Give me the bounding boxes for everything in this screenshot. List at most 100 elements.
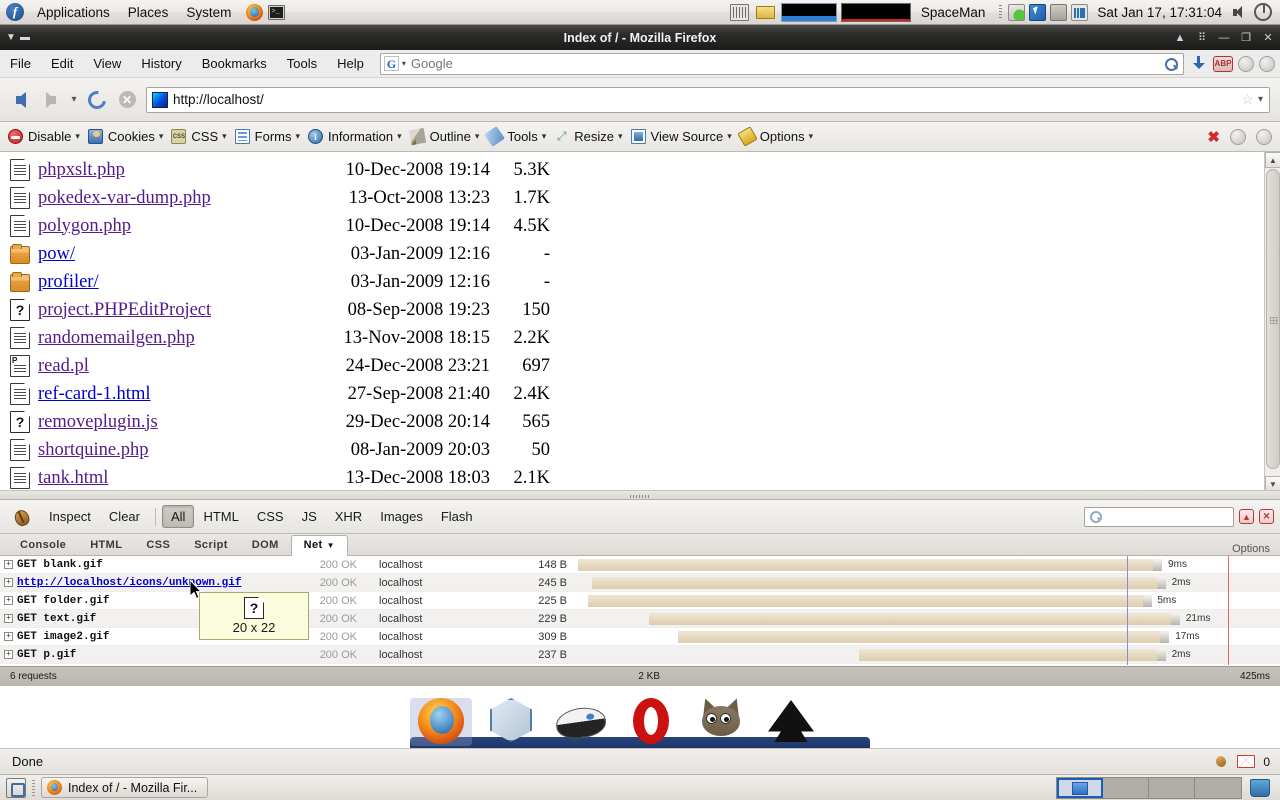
file-link[interactable]: shortquine.php bbox=[38, 440, 148, 460]
file-link[interactable]: phpxslt.php bbox=[38, 160, 125, 180]
window-maximize-button[interactable]: ❐ bbox=[1240, 31, 1252, 44]
inspect-button[interactable]: Inspect bbox=[40, 505, 100, 528]
webdev-tools-menu[interactable]: Tools ▾ bbox=[483, 122, 550, 152]
circle-icon-2[interactable] bbox=[1256, 128, 1272, 145]
webdev-css-menu[interactable]: CSS CSS ▾ bbox=[167, 122, 230, 152]
network-request-row[interactable]: + GET text.gif 200 OK localhost 229 B 21ms bbox=[0, 610, 1280, 628]
trash-icon[interactable] bbox=[1250, 778, 1270, 797]
tab-console[interactable]: Console bbox=[8, 536, 78, 555]
menu-bookmarks[interactable]: Bookmarks bbox=[192, 50, 277, 78]
url-text[interactable]: http://localhost/ bbox=[173, 92, 1241, 107]
google-engine-icon[interactable]: G bbox=[383, 56, 399, 71]
fedora-logo-icon[interactable]: f bbox=[6, 3, 24, 21]
window-move-button[interactable]: ▬ bbox=[18, 31, 32, 45]
bookmark-star-icon[interactable]: ☆ bbox=[1241, 91, 1254, 108]
webdev-disable-menu[interactable]: Disable ▾ bbox=[4, 122, 84, 152]
downloads-icon[interactable] bbox=[1190, 55, 1208, 73]
expand-row-button[interactable]: + bbox=[4, 578, 13, 587]
power-icon[interactable] bbox=[1254, 3, 1272, 21]
window-shade-button[interactable]: ▼ bbox=[4, 31, 18, 45]
taskbar-window-item[interactable]: Index of / - Mozilla Fir... bbox=[41, 777, 209, 798]
search-icon[interactable] bbox=[1163, 56, 1179, 72]
tab-net[interactable]: Net ▼ bbox=[290, 535, 348, 556]
filter-html[interactable]: HTML bbox=[194, 505, 247, 528]
expand-row-button[interactable]: + bbox=[4, 614, 13, 623]
opera-dock-icon[interactable] bbox=[620, 692, 682, 748]
back-button[interactable] bbox=[6, 85, 36, 115]
firebug-options-button[interactable]: Options bbox=[1232, 543, 1280, 555]
network-request-row[interactable]: + GET blank.gif 200 OK localhost 148 B 9ms bbox=[0, 556, 1280, 574]
file-link[interactable]: project.PHPEditProject bbox=[38, 300, 211, 320]
addon-icon-1[interactable] bbox=[1238, 55, 1254, 72]
filter-js[interactable]: JS bbox=[293, 505, 326, 528]
mouse-dock-icon[interactable] bbox=[550, 692, 612, 748]
expand-row-button[interactable]: + bbox=[4, 632, 13, 641]
workspace-3[interactable] bbox=[1149, 777, 1195, 798]
minimize-panel-button[interactable]: ▲ bbox=[1239, 509, 1254, 524]
adblock-plus-icon[interactable]: ABP bbox=[1213, 55, 1233, 72]
webdev-options-menu[interactable]: Options ▾ bbox=[736, 122, 817, 152]
forward-button[interactable] bbox=[36, 85, 66, 115]
file-link[interactable]: pow/ bbox=[38, 244, 75, 264]
menu-view[interactable]: View bbox=[83, 50, 131, 78]
webdev-cookies-menu[interactable]: Cookies ▾ bbox=[84, 122, 168, 152]
chevron-down-icon[interactable]: ▾ bbox=[402, 59, 406, 68]
webdev-outline-menu[interactable]: Outline ▾ bbox=[406, 122, 484, 152]
clock[interactable]: Sat Jan 17, 17:31:04 bbox=[1097, 5, 1222, 20]
menu-help[interactable]: Help bbox=[327, 50, 374, 78]
firefox-dock-icon[interactable] bbox=[410, 692, 472, 748]
expand-row-button[interactable]: + bbox=[4, 560, 13, 569]
firefox-launcher-icon[interactable] bbox=[246, 3, 264, 21]
stop-button[interactable]: ✕ bbox=[112, 85, 142, 115]
webdev-forms-menu[interactable]: Forms ▾ bbox=[231, 122, 304, 152]
url-bar[interactable]: http://localhost/ ☆ ▾ bbox=[146, 86, 1270, 113]
inkscape-dock-icon[interactable] bbox=[760, 692, 822, 748]
firebug-status-icon[interactable] bbox=[1213, 755, 1229, 769]
file-link[interactable]: tank.html bbox=[38, 468, 108, 488]
file-link[interactable]: randomemailgen.php bbox=[38, 328, 195, 348]
workspace-2[interactable] bbox=[1103, 777, 1149, 798]
filter-css[interactable]: CSS bbox=[248, 505, 293, 528]
network-graph-applet[interactable] bbox=[840, 2, 911, 22]
expand-row-button[interactable]: + bbox=[4, 596, 13, 605]
update-manager-icon[interactable] bbox=[1029, 3, 1047, 21]
window-minimize-button[interactable]: — bbox=[1218, 32, 1230, 44]
menu-places[interactable]: Places bbox=[119, 0, 178, 25]
close-panel-button[interactable]: ✕ bbox=[1259, 509, 1274, 524]
menu-applications[interactable]: Applications bbox=[28, 0, 119, 25]
gmail-notifier-icon[interactable] bbox=[1237, 755, 1256, 768]
history-dropdown-button[interactable]: ▾ bbox=[66, 94, 82, 105]
file-link[interactable]: polygon.php bbox=[38, 216, 131, 236]
tab-dom[interactable]: DOM bbox=[240, 536, 291, 555]
cpu-graph-applet[interactable] bbox=[780, 2, 837, 22]
user-label[interactable]: SpaceMan bbox=[921, 5, 986, 20]
file-link[interactable]: read.pl bbox=[38, 356, 89, 376]
filter-all[interactable]: All bbox=[162, 505, 195, 528]
file-link[interactable]: profiler/ bbox=[38, 272, 99, 292]
scrollbar-thumb[interactable] bbox=[1266, 169, 1280, 469]
tab-css[interactable]: CSS bbox=[134, 536, 182, 555]
webdev-resize-menu[interactable]: ⤢ Resize ▾ bbox=[550, 122, 626, 152]
error-close-icon[interactable]: ✖ bbox=[1207, 128, 1220, 146]
workspace-1[interactable] bbox=[1057, 777, 1103, 798]
system-monitor-applet-icon[interactable] bbox=[729, 3, 749, 21]
window-shade-up-button[interactable]: ▲ bbox=[1174, 32, 1186, 44]
firebug-icon[interactable] bbox=[10, 508, 32, 526]
expand-row-button[interactable]: + bbox=[4, 650, 13, 659]
file-link[interactable]: pokedex-var-dump.php bbox=[38, 188, 211, 208]
terminal-launcher-icon[interactable] bbox=[268, 4, 286, 20]
search-box[interactable]: G ▾ bbox=[379, 52, 1184, 75]
virtualbox-dock-icon[interactable] bbox=[480, 692, 542, 748]
webdev-view-source-menu[interactable]: View Source ▾ bbox=[627, 122, 736, 152]
network-signal-icon[interactable] bbox=[1071, 3, 1089, 21]
scroll-up-button[interactable]: ▲ bbox=[1265, 152, 1280, 168]
speaker-icon[interactable] bbox=[1232, 4, 1249, 21]
gimp-dock-icon[interactable] bbox=[690, 692, 752, 748]
filter-images[interactable]: Images bbox=[371, 505, 432, 528]
show-desktop-button[interactable] bbox=[6, 777, 26, 798]
filter-flash[interactable]: Flash bbox=[432, 505, 482, 528]
request-url-link[interactable]: http://localhost/icons/unknown.gif bbox=[17, 577, 241, 589]
search-input[interactable] bbox=[410, 56, 1163, 71]
firebug-search-box[interactable] bbox=[1084, 506, 1234, 527]
menu-tools[interactable]: Tools bbox=[277, 50, 327, 78]
